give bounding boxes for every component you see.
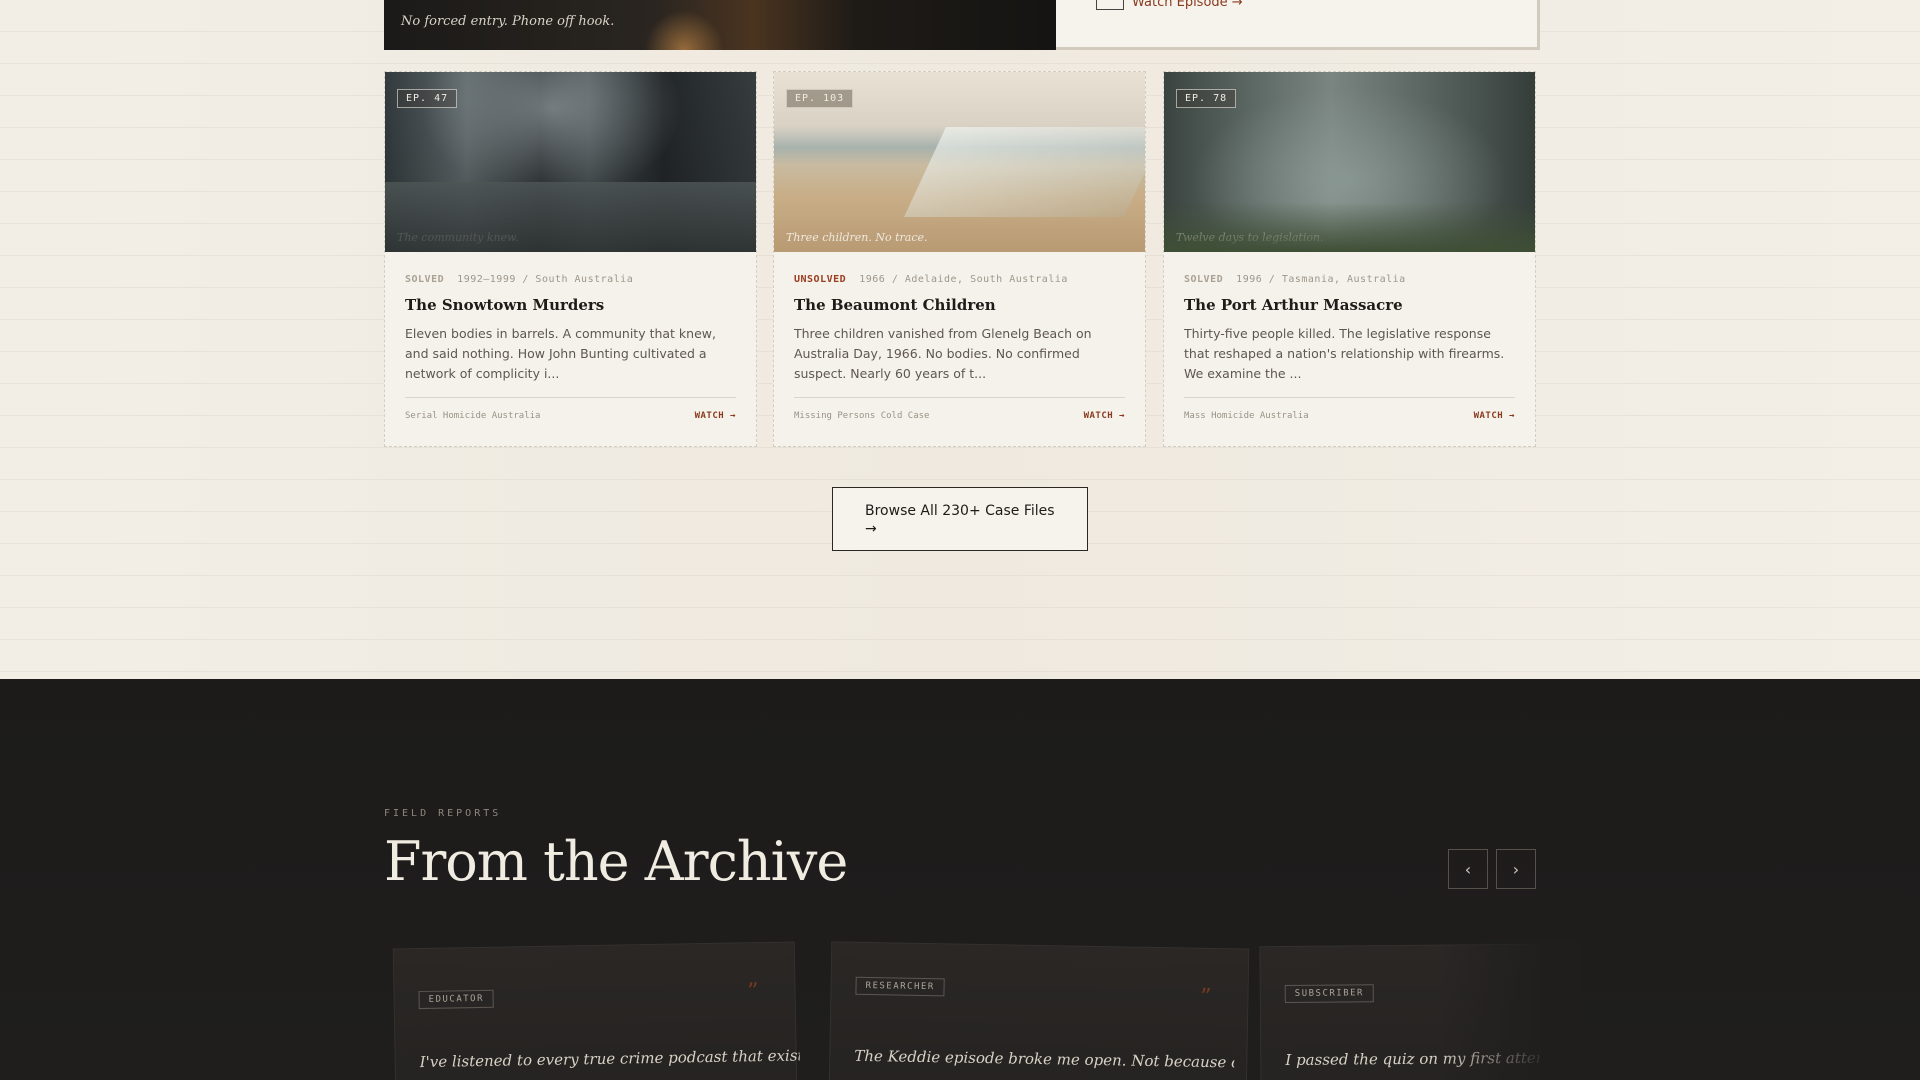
- case-image: EP. 78 Twelve days to legislation.: [1164, 72, 1535, 252]
- case-tags: Serial Homicide Australia: [405, 411, 541, 421]
- testimonial-text: I've listened to every true crime podcas…: [419, 1046, 800, 1072]
- case-card-beaumont[interactable]: EP. 103 Three children. No trace. UNSOLV…: [773, 71, 1146, 447]
- case-image: EP. 103 Three children. No trace.: [774, 72, 1145, 252]
- carousel-next-button[interactable]: ›: [1496, 849, 1536, 889]
- featured-watch-label: Watch Episode →: [1132, 0, 1243, 10]
- case-meta: SOLVED 1996 / Tasmania, Australia: [1184, 274, 1406, 285]
- watch-link[interactable]: WATCH →: [695, 411, 736, 421]
- case-date-location: 1996 / Tasmania, Australia: [1236, 274, 1406, 285]
- case-title[interactable]: The Port Arthur Massacre: [1184, 296, 1403, 314]
- case-description: Eleven bodies in barrels. A community th…: [405, 326, 716, 381]
- featured-watch-button[interactable]: Watch Episode →: [1096, 0, 1243, 10]
- testimonial-card[interactable]: RESEARCHER ” The Keddie episode broke me…: [828, 941, 1250, 1080]
- episode-badge: EP. 103: [786, 89, 854, 108]
- divider: [794, 397, 1125, 398]
- case-image: EP. 47 The community knew.: [385, 72, 756, 252]
- quote-icon: ”: [747, 979, 759, 1005]
- section-title: From the Archive: [384, 830, 848, 893]
- quote-icon: ”: [1199, 984, 1212, 1011]
- status-badge: SOLVED: [1184, 274, 1224, 285]
- featured-image[interactable]: No forced entry. Phone off hook.: [384, 0, 1056, 50]
- carousel-edge-fade: [1440, 940, 1580, 1080]
- chevron-left-icon: ‹: [1464, 859, 1472, 879]
- play-icon: [1096, 0, 1124, 10]
- divider: [1184, 397, 1515, 398]
- role-badge: RESEARCHER: [855, 976, 945, 997]
- watch-link[interactable]: WATCH →: [1084, 411, 1125, 421]
- image-caption: Twelve days to legislation.: [1176, 231, 1324, 244]
- case-title[interactable]: The Beaumont Children: [794, 296, 996, 314]
- status-badge: SOLVED: [405, 274, 445, 285]
- role-badge: EDUCATOR: [418, 989, 495, 1010]
- case-date-location: 1966 / Adelaide, South Australia: [859, 274, 1068, 285]
- testimonial-card[interactable]: EDUCATOR ” I've listened to every true c…: [392, 941, 800, 1080]
- status-badge: UNSOLVED: [794, 274, 847, 285]
- case-tags: Mass Homicide Australia: [1184, 411, 1309, 421]
- case-card-port-arthur[interactable]: EP. 78 Twelve days to legislation. SOLVE…: [1163, 71, 1536, 447]
- chevron-right-icon: ›: [1512, 859, 1520, 879]
- image-caption: Three children. No trace.: [786, 231, 928, 244]
- case-card-snowtown[interactable]: EP. 47 The community knew. SOLVED 1992–1…: [384, 71, 757, 447]
- featured-panel: Watch Episode →: [1056, 0, 1540, 50]
- testimonial-text: The Keddie episode broke me open. Not be…: [854, 1046, 1235, 1072]
- role-badge: SUBSCRIBER: [1284, 984, 1375, 1004]
- case-meta: UNSOLVED 1966 / Adelaide, South Australi…: [794, 274, 1068, 285]
- case-title[interactable]: The Snowtown Murders: [405, 296, 604, 314]
- featured-episode: No forced entry. Phone off hook. Watch E…: [384, 0, 1540, 52]
- episode-badge: EP. 78: [1176, 89, 1237, 108]
- watch-link[interactable]: WATCH →: [1474, 411, 1515, 421]
- case-tags: Missing Persons Cold Case: [794, 411, 930, 421]
- case-date-location: 1992–1999 / South Australia: [457, 274, 634, 285]
- image-caption: The community knew.: [397, 231, 519, 244]
- section-eyebrow: FIELD REPORTS: [384, 808, 502, 819]
- episode-badge: EP. 47: [397, 89, 458, 108]
- case-meta: SOLVED 1992–1999 / South Australia: [405, 274, 633, 285]
- browse-all-button[interactable]: Browse All 230+ Case Files →: [832, 487, 1088, 551]
- featured-caption: No forced entry. Phone off hook.: [401, 14, 615, 29]
- case-description: Three children vanished from Glenelg Bea…: [794, 326, 1092, 381]
- case-description: Thirty-five people killed. The legislati…: [1184, 326, 1505, 381]
- carousel-prev-button[interactable]: ‹: [1448, 849, 1488, 889]
- divider: [405, 397, 736, 398]
- featured-image-glow: [644, 10, 724, 50]
